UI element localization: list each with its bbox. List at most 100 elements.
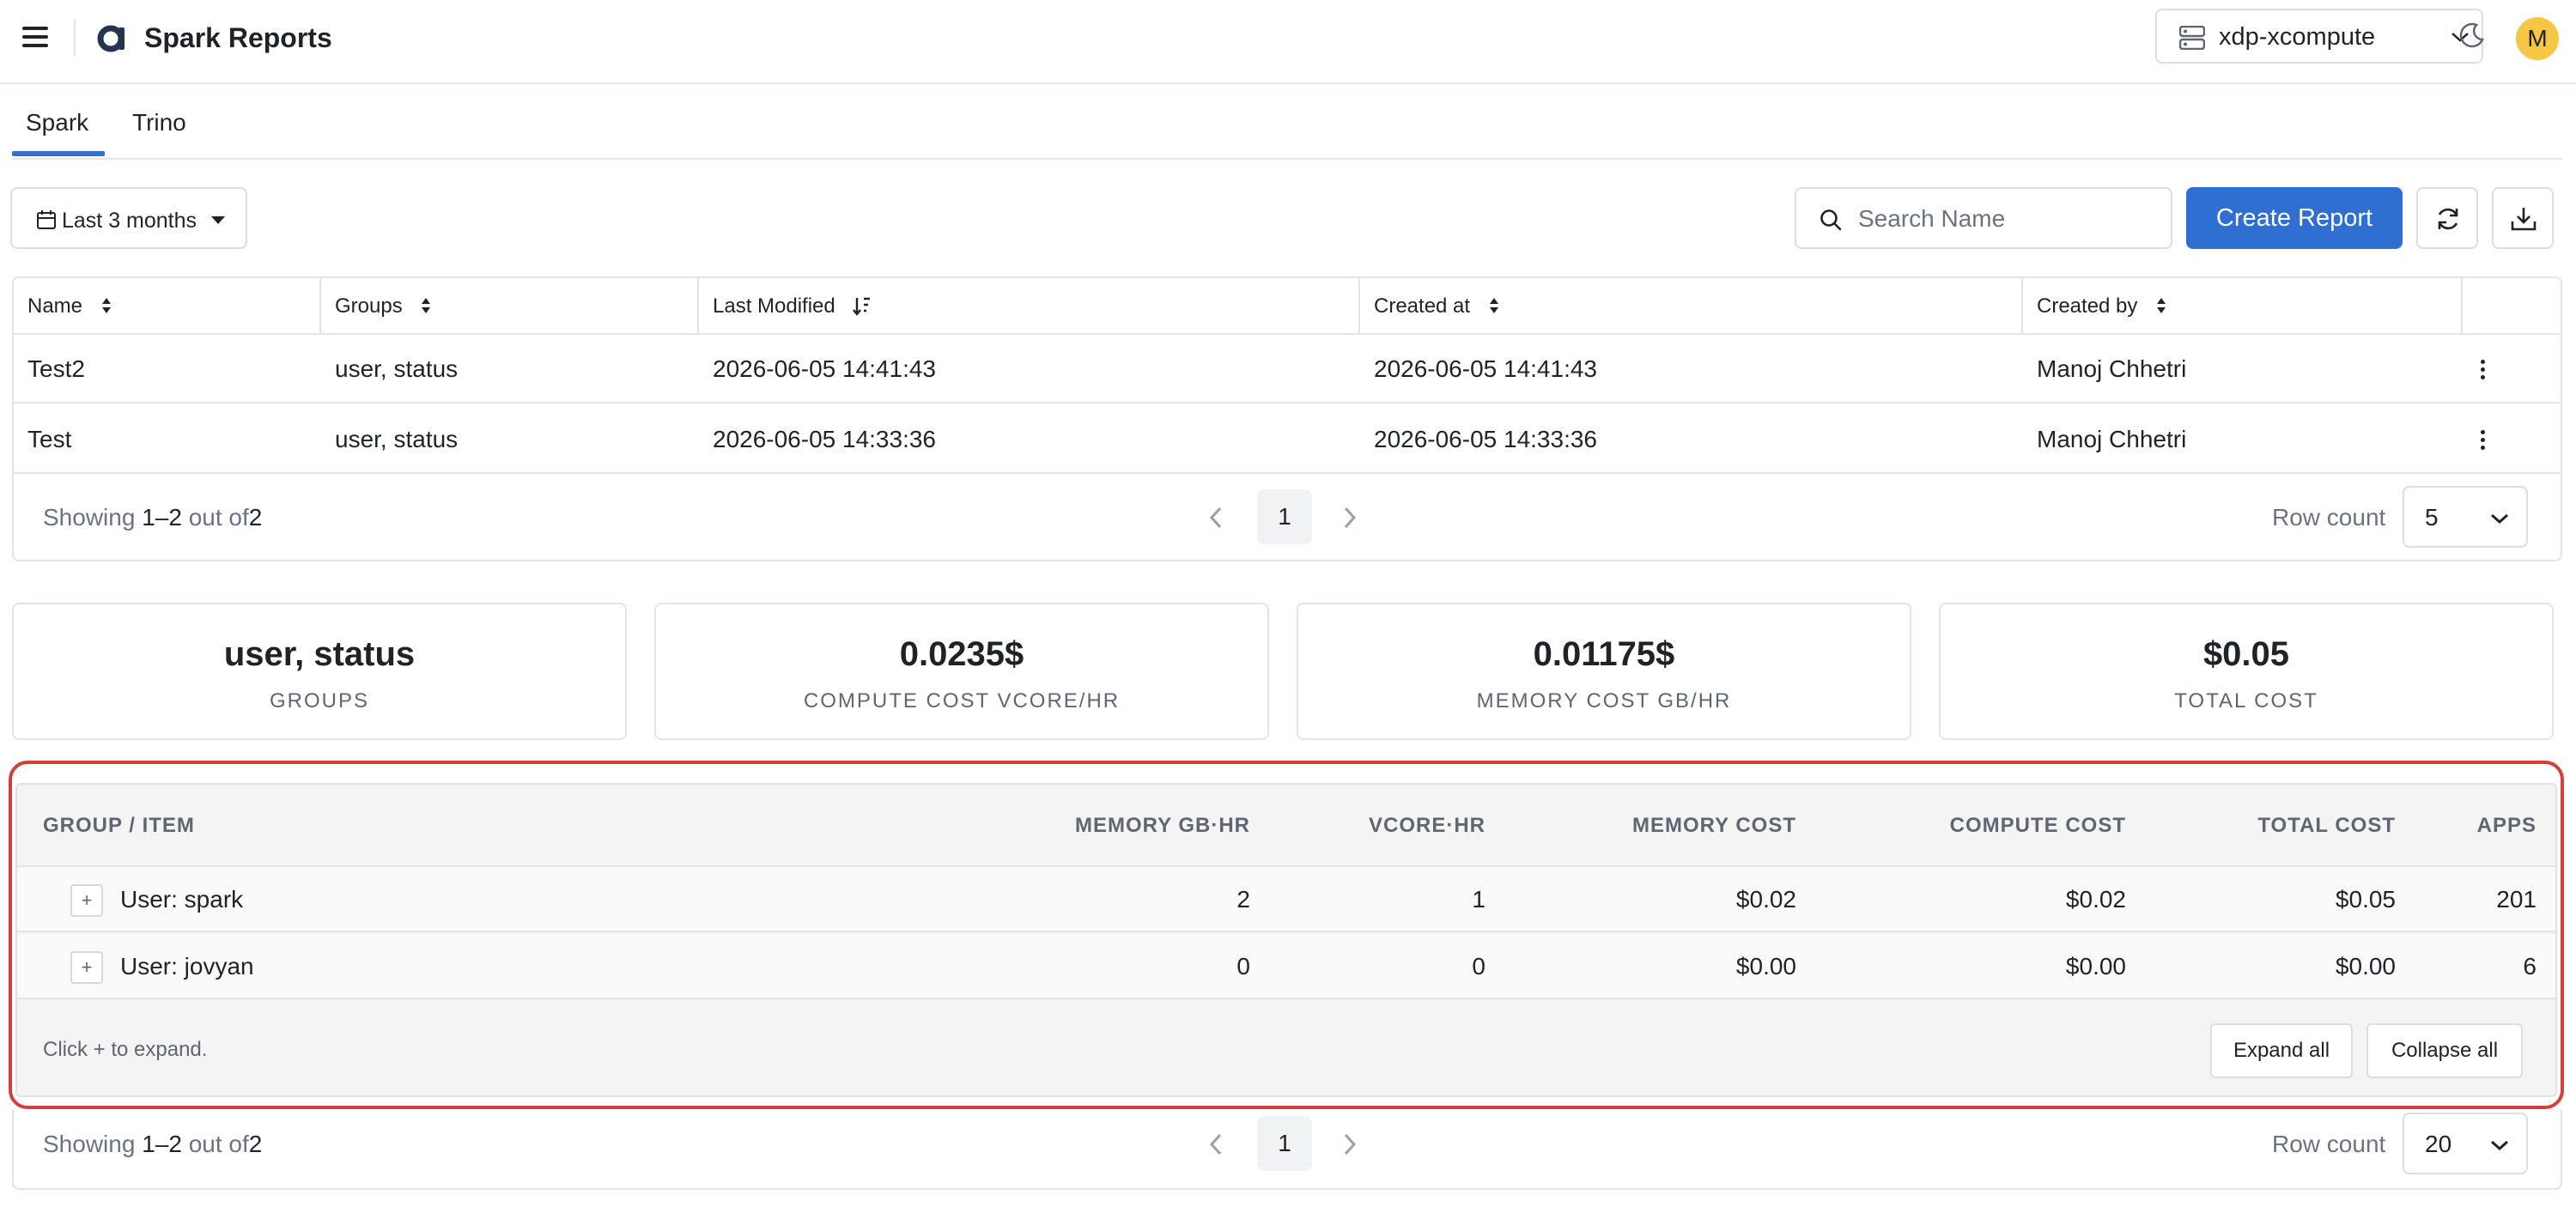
tab-bar: Spark Trino [12,86,2562,160]
column-header-created-at[interactable]: Created at [1360,278,2023,335]
group-cost-footer: Click + to expand. Expand all Collapse a… [17,1001,2555,1095]
column-header-last-modified[interactable]: Last Modified [699,278,1360,335]
hamburger-icon[interactable] [22,24,48,50]
column-header-vcore-hr: VCORE·HR [1368,814,1485,837]
row-count-select[interactable]: 5 [2403,486,2528,548]
report-groups: user, status [335,355,459,382]
compute-cost-value: $0.00 [2065,953,2126,980]
collapse-all-button[interactable]: Collapse all [2366,1023,2523,1078]
sort-icon [1489,297,1498,313]
expand-all-button[interactable]: Expand all [2210,1023,2353,1078]
report-last-modified: 2026-06-05 14:33:36 [713,426,936,452]
vcore-hr-value: 0 [1472,953,1485,980]
expand-row-button[interactable]: + [70,951,103,984]
group-item-label: User: jovyan [120,953,254,980]
column-header-name[interactable]: Name [14,278,321,335]
app-title: Spark Reports [144,22,332,53]
row-count-label: Row count [2272,504,2386,531]
compute-cost-value: $0.02 [2065,886,2126,913]
download-button[interactable] [2492,187,2554,249]
report-created-at: 2026-06-05 14:41:43 [1374,355,1597,382]
expand-row-button[interactable]: + [70,884,103,917]
column-header-groups[interactable]: Groups [321,278,699,335]
row-count-label: Row count [2272,1131,2386,1157]
column-header-memory-cost: MEMORY COST [1631,814,1796,837]
group-row: + User: jovyan 0 0 $0.00 $0.00 $0.00 6 [17,934,2555,999]
total-cost-value: $0.00 [2335,953,2396,980]
column-header-group-item: GROUP / ITEM [43,814,195,837]
sort-icon [101,297,111,313]
search-input[interactable] [1858,197,2159,240]
memory-cost-value: $0.00 [1735,953,1796,980]
cluster-name: xdp-xcompute [2219,23,2376,51]
total-cost-value: $0.05 [2335,886,2396,913]
sort-icon [2157,297,2166,313]
report-created-at: 2026-06-05 14:33:36 [1374,426,1597,452]
apps-value: 201 [2496,886,2537,913]
date-range-button[interactable]: Last 3 months [10,187,247,249]
summary-card-memory-cost: 0.01175$ MEMORY COST GB/HR [1297,603,1911,740]
tab-spark[interactable]: Spark [26,108,88,137]
refresh-button[interactable] [2416,187,2478,249]
chevron-left-icon[interactable] [1207,505,1224,531]
report-groups: user, status [335,426,459,452]
column-header-compute-cost: COMPUTE COST [1949,814,2126,837]
summary-card-total-cost: $0.05 TOTAL COST [1939,603,2554,740]
column-header-created-by[interactable]: Created by [2023,278,2463,335]
summary-card-groups: user, status GROUPS [12,603,627,740]
memory-cost-value: $0.02 [1735,886,1796,913]
apps-value: 6 [2523,953,2537,980]
refresh-icon [2438,208,2458,230]
summary-card-compute-cost: 0.0235$ COMPUTE COST VCORE/HR [654,603,1269,740]
sort-desc-icon [853,297,871,316]
memory-gb-hr-value: 0 [1236,953,1250,980]
column-header-memory-gb-hr: MEMORY GB·HR [1075,814,1250,837]
reports-table-header: Name Groups Last Modified Created at Cre… [14,278,2561,335]
create-report-button[interactable]: Create Report [2186,187,2403,249]
chevron-down-icon [2491,1140,2508,1151]
kebab-icon[interactable] [2470,428,2495,453]
sort-icon [422,297,431,313]
table-row[interactable]: Test2 user, status 2026-06-05 14:41:43 2… [14,335,2561,403]
report-name[interactable]: Test2 [14,335,85,403]
showing-text: Showing 1–2 out of2 [43,1131,263,1157]
cluster-selector[interactable]: xdp-xcompute [2155,9,2483,64]
moon-icon[interactable] [2458,21,2487,50]
search-box [1795,187,2172,249]
avatar[interactable]: M [2516,17,2559,60]
report-name[interactable]: Test [14,405,71,474]
date-range-label: Last 3 months [62,209,197,233]
group-item-label: User: spark [120,886,244,913]
reports-pagination: Showing 1–2 out of2 1 Row count 5 [14,477,2561,560]
report-created-by: Manoj Chhetri [2037,426,2187,452]
column-header-total-cost: TOTAL COST [2257,814,2396,837]
server-icon [2179,26,2205,50]
report-last-modified: 2026-06-05 14:41:43 [713,355,936,382]
reports-table: Name Groups Last Modified Created at Cre… [12,276,2562,561]
app-header: Spark Reports xdp-xcompute M [0,0,2576,84]
memory-gb-hr-value: 2 [1236,886,1250,913]
chevron-right-icon[interactable] [1341,1131,1358,1157]
group-cost-header: GROUP / ITEM MEMORY GB·HR VCORE·HR MEMOR… [17,785,2555,867]
showing-text: Showing 1–2 out of2 [43,504,263,531]
page-1-button[interactable]: 1 [1257,1116,1312,1171]
chevron-right-icon[interactable] [1341,505,1358,531]
header-divider [74,19,76,57]
download-icon [2511,208,2537,231]
tab-trino[interactable]: Trino [132,108,186,137]
caret-down-icon [211,216,225,224]
active-tab-indicator [12,151,105,156]
chevron-left-icon[interactable] [1207,1131,1224,1157]
page-1-button[interactable]: 1 [1257,489,1312,544]
vcore-hr-value: 1 [1472,886,1485,913]
search-icon [1820,209,1842,231]
group-pagination-container: Showing 1–2 out of2 1 Row count 20 [12,1109,2562,1190]
kebab-icon[interactable] [2470,357,2495,383]
group-row: + User: spark 2 1 $0.02 $0.02 $0.05 201 [17,867,2555,932]
table-row[interactable]: Test user, status 2026-06-05 14:33:36 20… [14,405,2561,474]
group-pagination: Showing 1–2 out of2 1 Row count 20 [14,1109,2561,1192]
group-cost-table: GROUP / ITEM MEMORY GB·HR VCORE·HR MEMOR… [15,783,2557,1097]
chevron-down-icon [2491,513,2508,525]
row-count-select[interactable]: 20 [2403,1113,2528,1174]
calendar-icon [37,210,56,229]
